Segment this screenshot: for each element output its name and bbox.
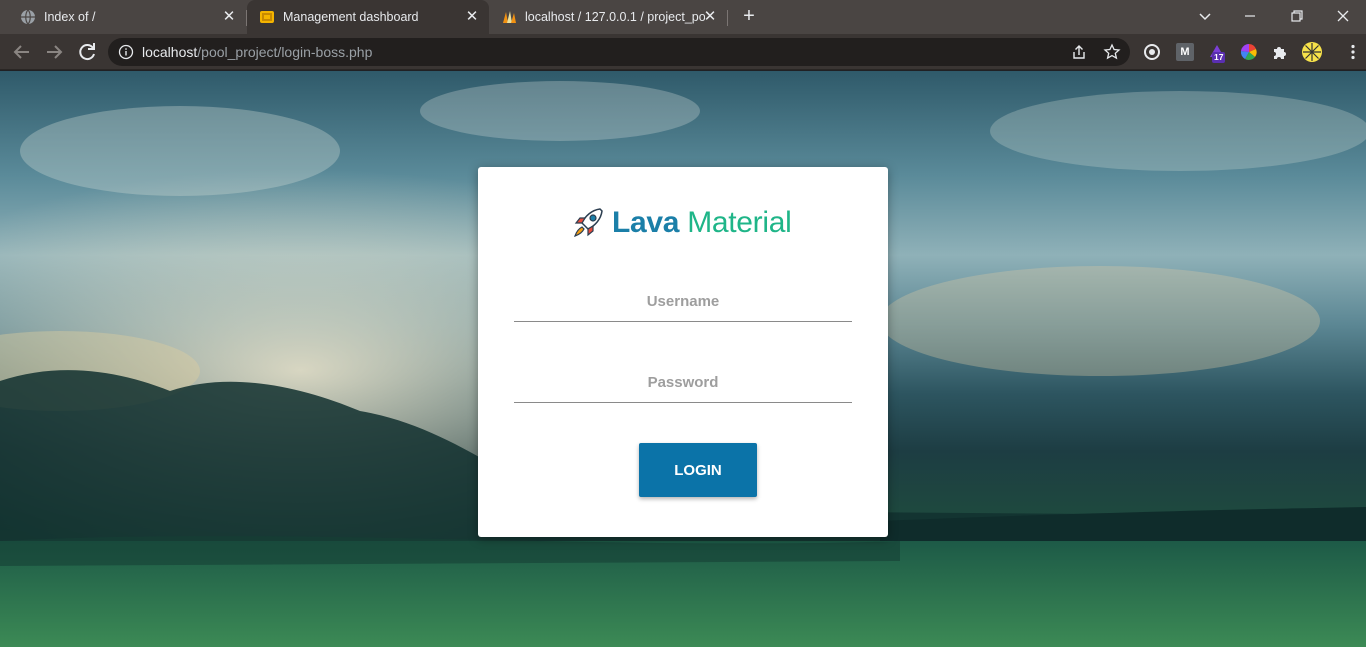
minimize-icon[interactable] — [1238, 4, 1262, 28]
share-icon[interactable] — [1070, 43, 1088, 61]
forward-icon[interactable] — [42, 40, 66, 64]
profile-avatar-icon[interactable] — [1302, 42, 1322, 62]
site-info-icon[interactable] — [118, 44, 134, 60]
login-card: Lava Material LOGIN — [478, 167, 888, 537]
tab-strip: Index of / ✕ Management dashboard ✕ loca… — [0, 0, 1366, 34]
new-tab-button[interactable]: + — [738, 6, 760, 28]
puzzle-icon[interactable] — [1271, 43, 1289, 61]
brand-name-light: Material — [687, 206, 792, 239]
extension-m-icon[interactable]: M — [1176, 43, 1194, 61]
tab-title: localhost / 127.0.0.1 / project_po — [525, 10, 705, 24]
menu-kebab-icon[interactable] — [1344, 43, 1362, 61]
tab-phpmyadmin[interactable]: localhost / 127.0.0.1 / project_po ✕ — [489, 0, 727, 34]
login-button[interactable]: LOGIN — [639, 443, 757, 497]
url-text: localhost/pool_project/login-boss.php — [142, 44, 372, 60]
tab-separator — [727, 10, 728, 26]
close-tab-icon[interactable]: ✕ — [701, 8, 719, 26]
tab-index[interactable]: Index of / ✕ — [8, 0, 246, 34]
bookmark-star-icon[interactable] — [1103, 43, 1121, 61]
username-input[interactable] — [514, 282, 852, 322]
url-path: /pool_project/login-boss.php — [197, 44, 373, 60]
brand-name-bold: Lava — [612, 206, 680, 239]
tab-management-dashboard[interactable]: Management dashboard ✕ — [247, 0, 489, 34]
color-wheel-icon[interactable] — [1240, 43, 1258, 61]
tab-title: Management dashboard — [283, 10, 419, 24]
rocket-icon — [574, 208, 603, 237]
url-host: localhost — [142, 44, 198, 60]
login-page: Lava Material LOGIN — [0, 71, 1366, 647]
tab-title: Index of / — [44, 10, 96, 24]
extension-badge-icon[interactable]: 17 — [1208, 43, 1226, 63]
browser-toolbar: localhost/pool_project/login-boss.php M … — [0, 34, 1366, 70]
close-tab-icon[interactable]: ✕ — [463, 8, 481, 26]
address-bar[interactable]: localhost/pool_project/login-boss.php — [108, 38, 1130, 66]
password-input[interactable] — [514, 363, 852, 403]
restore-icon[interactable] — [1285, 4, 1309, 28]
extension-a-icon[interactable] — [1143, 43, 1161, 61]
extension-badge-count: 17 — [1212, 52, 1226, 63]
tab-search-icon[interactable] — [1193, 4, 1217, 28]
dashboard-favicon — [260, 11, 274, 23]
close-window-icon[interactable] — [1331, 4, 1355, 28]
brand-logo: Lava Material — [570, 205, 792, 241]
close-tab-icon[interactable]: ✕ — [220, 8, 238, 26]
phpmyadmin-favicon — [503, 11, 516, 23]
reload-icon[interactable] — [75, 40, 99, 64]
back-icon[interactable] — [10, 40, 34, 64]
globe-icon — [21, 9, 35, 25]
